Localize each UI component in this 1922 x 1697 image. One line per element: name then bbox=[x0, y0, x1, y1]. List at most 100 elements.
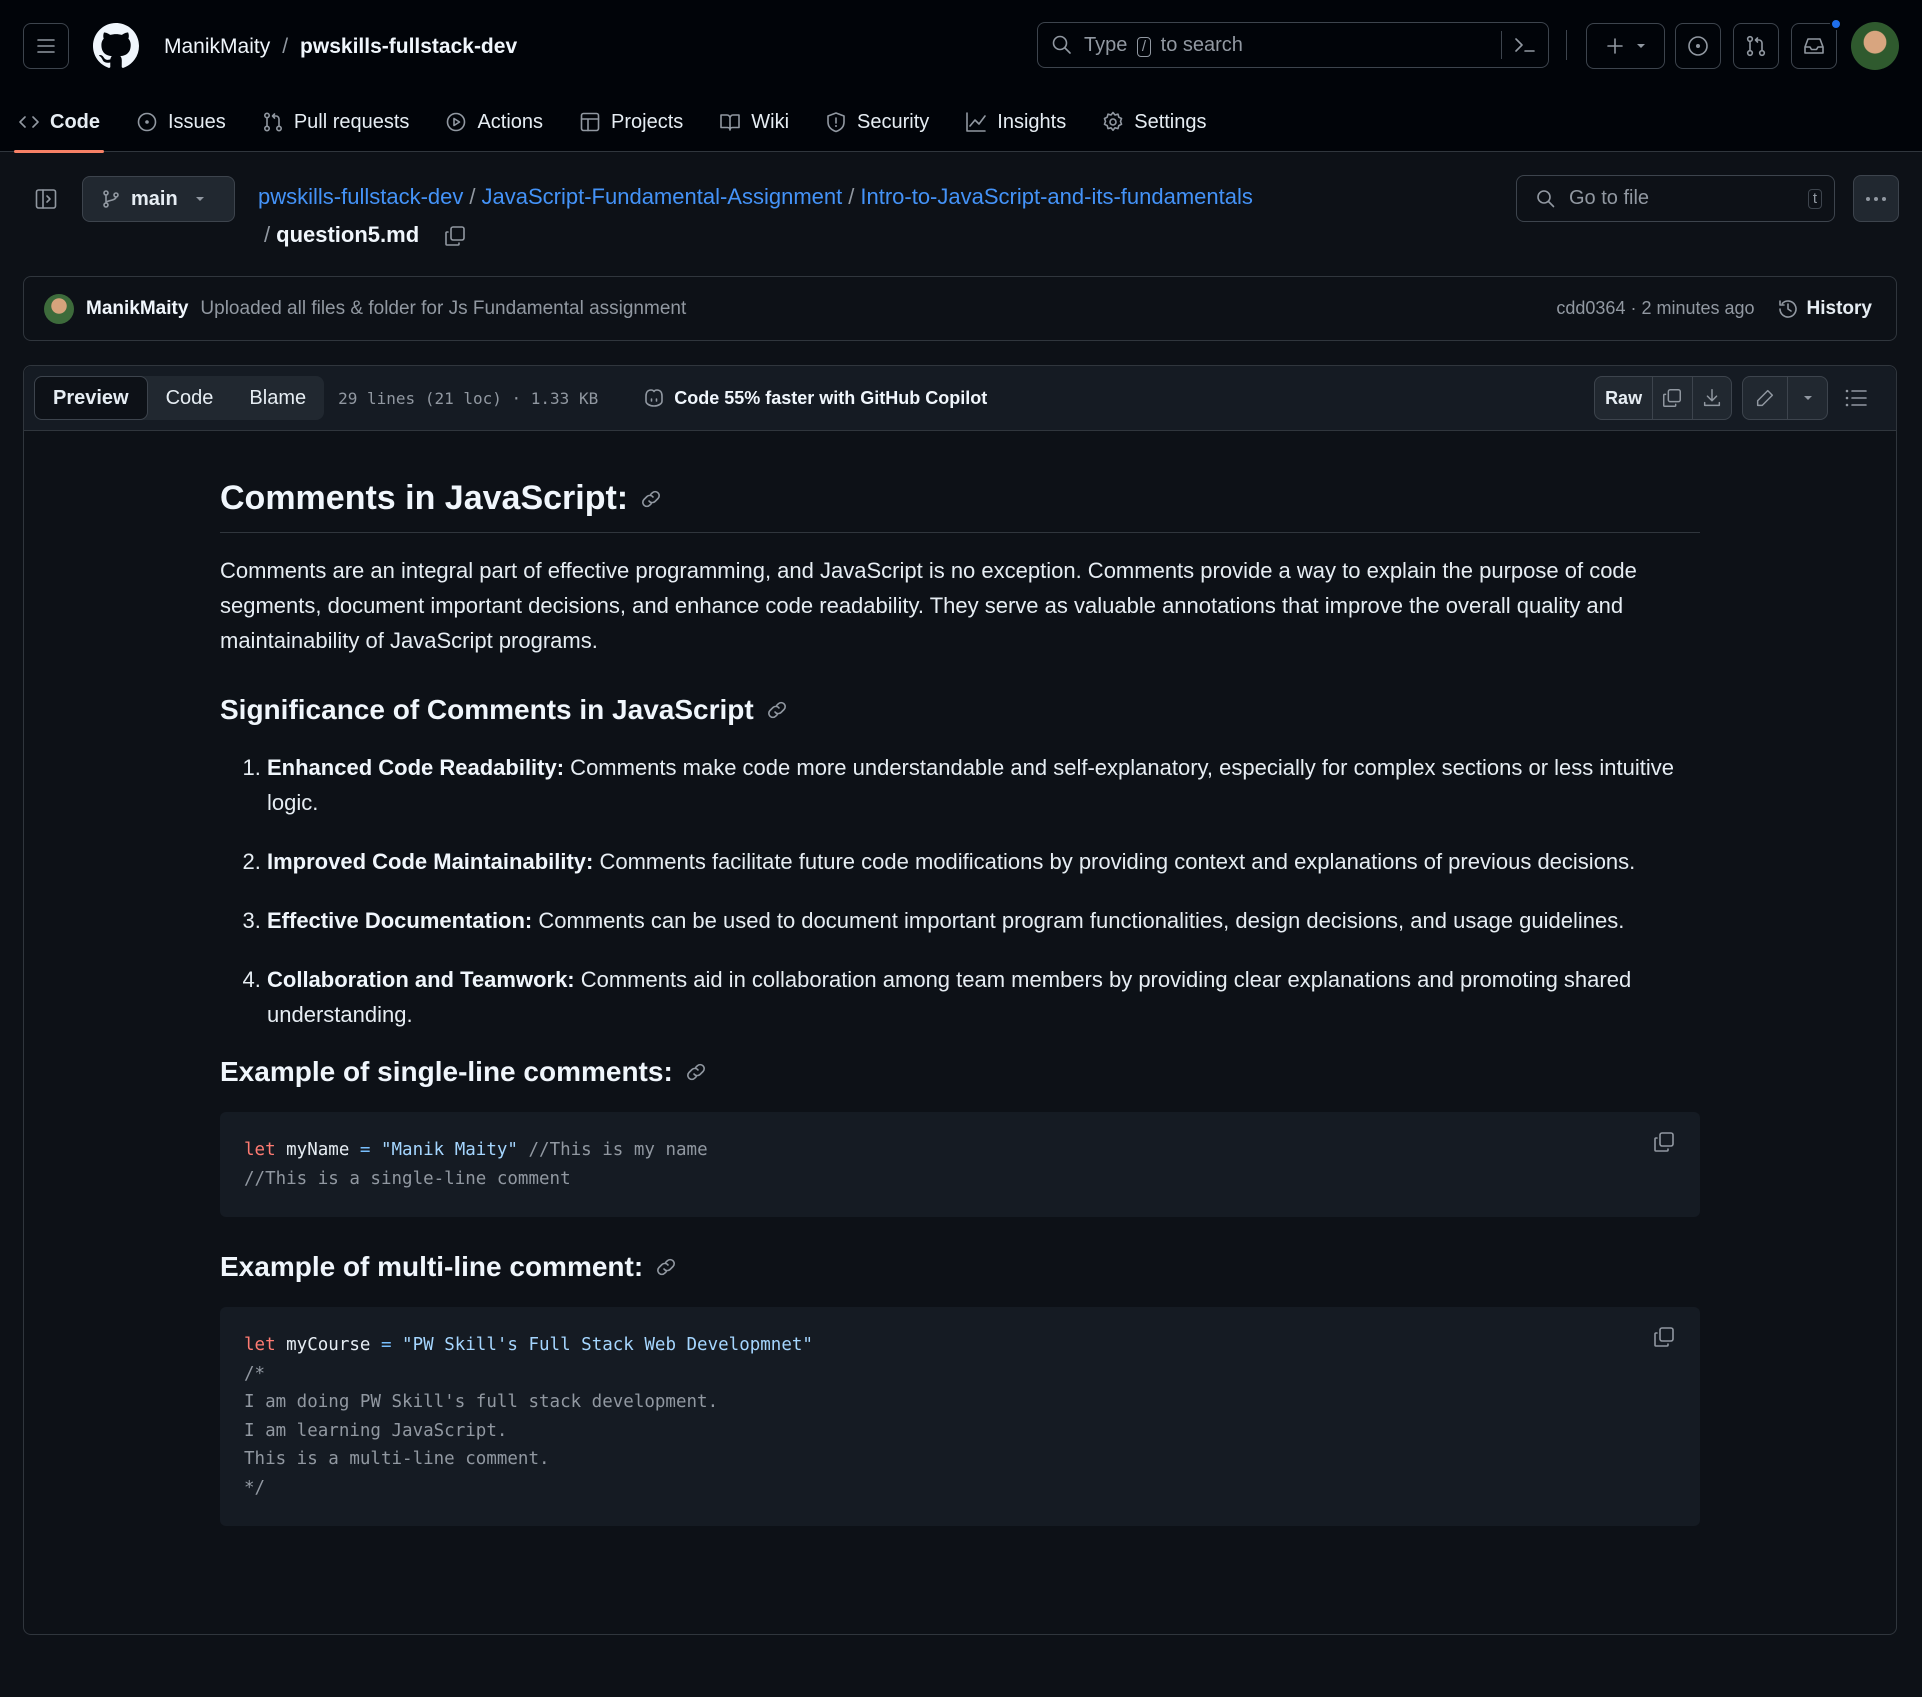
list-unordered-icon bbox=[1845, 389, 1867, 407]
copy-icon bbox=[445, 226, 466, 246]
copilot-promo-link[interactable]: Code 55% faster with GitHub Copilot bbox=[642, 387, 987, 409]
go-to-file-shortcut: t bbox=[1807, 188, 1822, 209]
search-divider bbox=[1501, 31, 1502, 59]
anchor-link-icon[interactable] bbox=[655, 1256, 677, 1278]
copy-code-button[interactable] bbox=[1652, 1325, 1676, 1349]
download-button[interactable] bbox=[1691, 377, 1731, 419]
book-icon bbox=[720, 114, 741, 131]
tab-issues[interactable]: Issues bbox=[118, 92, 244, 152]
latest-commit-bar: ManikMaity Uploaded all files & folder f… bbox=[23, 276, 1897, 341]
kebab-horizontal-icon bbox=[1866, 196, 1886, 201]
menu-button[interactable] bbox=[23, 23, 69, 69]
command-palette-icon[interactable] bbox=[1512, 33, 1538, 57]
code-comment: //This is my name bbox=[517, 1140, 708, 1160]
global-header: ManikMaity / pwskills-fullstack-dev Type… bbox=[0, 0, 1922, 153]
commit-message[interactable]: Uploaded all files & folder for Js Funda… bbox=[200, 298, 686, 320]
list-item-term: Collaboration and Teamwork: bbox=[267, 967, 575, 992]
code-comment: /* bbox=[244, 1363, 266, 1384]
repo-link[interactable]: pwskills-fullstack-dev bbox=[300, 35, 517, 59]
tab-actions[interactable]: Actions bbox=[427, 92, 561, 152]
sidebar-expand-icon bbox=[35, 189, 57, 209]
tab-security[interactable]: Security bbox=[807, 92, 947, 152]
tab-issues-label: Issues bbox=[168, 110, 226, 133]
repo-tabs: Code Issues Pull requests Actions Projec… bbox=[0, 92, 1225, 153]
tab-wiki[interactable]: Wiki bbox=[701, 92, 807, 152]
copy-raw-button[interactable] bbox=[1652, 377, 1691, 419]
list-item-term: Effective Documentation: bbox=[267, 908, 533, 933]
tab-actions-label: Actions bbox=[477, 110, 544, 133]
code-view-tab[interactable]: Code bbox=[148, 376, 232, 420]
blame-tab[interactable]: Blame bbox=[231, 376, 324, 420]
list-item-term: Improved Code Maintainability: bbox=[267, 849, 594, 874]
chevron-down-icon bbox=[195, 197, 204, 201]
go-to-file-input[interactable]: Go to file t bbox=[1516, 175, 1835, 222]
edit-dropdown-button[interactable] bbox=[1787, 377, 1827, 419]
search-icon bbox=[1537, 189, 1555, 207]
code-string: "Manik Maity" bbox=[370, 1140, 518, 1160]
pencil-icon bbox=[1756, 389, 1774, 407]
pull-requests-button[interactable] bbox=[1733, 23, 1779, 69]
commit-meta[interactable]: cdd0364 · 2 minutes ago bbox=[1556, 298, 1754, 319]
heading-text: Example of multi-line comment: bbox=[220, 1251, 644, 1282]
search-input[interactable]: Type / to search bbox=[1037, 22, 1549, 68]
breadcrumb-subfolder[interactable]: Intro-to-JavaScript-and-its-fundamentals bbox=[860, 184, 1253, 209]
outline-button[interactable] bbox=[1844, 387, 1868, 409]
owner-link[interactable]: ManikMaity bbox=[164, 35, 270, 59]
search-placeholder: Type / to search bbox=[1084, 33, 1243, 57]
more-options-button[interactable] bbox=[1853, 175, 1899, 222]
code-identifier: myCourse bbox=[275, 1335, 381, 1355]
code-operator: = bbox=[359, 1140, 371, 1160]
tab-projects[interactable]: Projects bbox=[561, 92, 701, 152]
code-comment: I am doing PW Skill's full stack develop… bbox=[244, 1392, 719, 1412]
issues-button[interactable] bbox=[1675, 23, 1721, 69]
tab-settings[interactable]: Settings bbox=[1084, 92, 1224, 152]
tab-pull-requests[interactable]: Pull requests bbox=[244, 92, 428, 152]
copy-code-button[interactable] bbox=[1652, 1130, 1676, 1154]
tab-projects-label: Projects bbox=[611, 110, 684, 133]
play-icon bbox=[447, 112, 466, 132]
history-label: History bbox=[1806, 297, 1872, 319]
plus-icon bbox=[1606, 38, 1623, 54]
breadcrumb-separator: / bbox=[848, 184, 855, 209]
breadcrumb: pwskills-fullstack-dev / JavaScript-Fundam… bbox=[258, 178, 1508, 254]
heading-text: Comments in JavaScript: bbox=[220, 479, 629, 517]
branch-icon bbox=[103, 190, 119, 208]
commit-author-avatar[interactable] bbox=[44, 293, 74, 324]
heading-multi-line: Example of multi-line comment: bbox=[220, 1251, 1700, 1283]
breadcrumb-repo[interactable]: pwskills-fullstack-dev bbox=[258, 184, 463, 209]
breadcrumb-folder[interactable]: JavaScript-Fundamental-Assignment bbox=[482, 184, 843, 209]
raw-button[interactable]: Raw bbox=[1595, 377, 1652, 419]
create-new-button[interactable] bbox=[1586, 23, 1665, 69]
github-logo-icon[interactable] bbox=[93, 23, 139, 69]
code-icon bbox=[19, 116, 39, 128]
file-stats: 29 lines (21 loc) · 1.33 KB bbox=[338, 388, 599, 408]
code-string: "PW Skill's Full Stack Web Developmnet" bbox=[391, 1335, 813, 1355]
anchor-link-icon[interactable] bbox=[766, 699, 788, 721]
list-item: Effective Documentation: Comments can be… bbox=[267, 903, 1700, 938]
sidepanel-toggle[interactable] bbox=[34, 187, 58, 211]
copy-path-button[interactable] bbox=[443, 224, 467, 248]
issue-icon bbox=[1688, 36, 1708, 56]
branch-name: main bbox=[131, 187, 178, 210]
code-identifier: myName bbox=[275, 1140, 360, 1160]
notifications-button[interactable] bbox=[1791, 18, 1842, 69]
user-avatar[interactable] bbox=[1851, 22, 1899, 70]
tab-insights[interactable]: Insights bbox=[947, 92, 1084, 152]
edit-button[interactable] bbox=[1743, 377, 1787, 419]
anchor-link-icon[interactable] bbox=[640, 488, 662, 510]
branch-selector[interactable]: main bbox=[82, 176, 235, 222]
commit-author[interactable]: ManikMaity bbox=[86, 298, 188, 320]
history-button[interactable]: History bbox=[1777, 298, 1872, 320]
tab-code[interactable]: Code bbox=[0, 92, 118, 153]
list-item: Collaboration and Teamwork: Comments aid… bbox=[267, 962, 1700, 1032]
heading-single-line: Example of single-line comments: bbox=[220, 1056, 1700, 1088]
edit-group bbox=[1742, 376, 1828, 420]
shield-icon bbox=[827, 112, 845, 133]
anchor-link-icon[interactable] bbox=[685, 1061, 707, 1083]
code-keyword: let bbox=[244, 1140, 276, 1160]
title-separator: / bbox=[282, 35, 289, 58]
code-block-single-line: let myName = "Manik Maity" //This is my … bbox=[220, 1112, 1700, 1217]
preview-tab[interactable]: Preview bbox=[34, 376, 148, 420]
go-to-file-placeholder: Go to file bbox=[1569, 187, 1650, 209]
significance-list: Enhanced Code Readability: Comments make… bbox=[220, 750, 1700, 1032]
